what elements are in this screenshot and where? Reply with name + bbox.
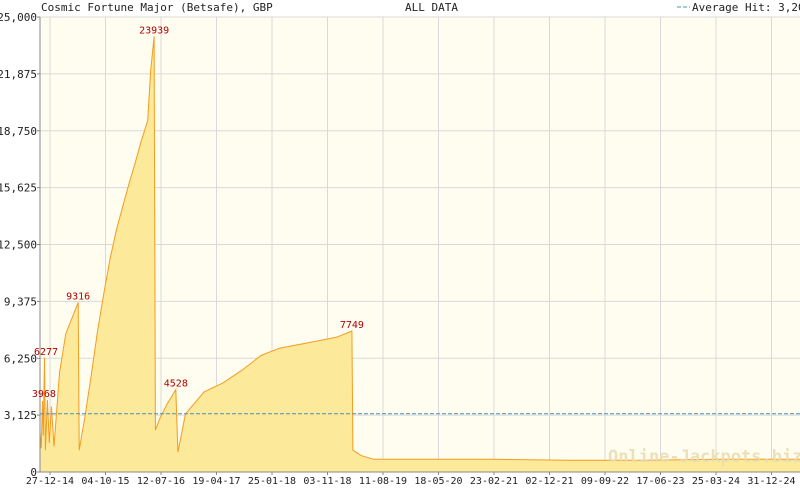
x-tick-label: 19-04-17 (192, 476, 240, 487)
x-tick-label: 23-02-21 (470, 476, 518, 487)
x-tick-label: 31-12-24 (747, 476, 795, 487)
x-tick-label: 03-11-18 (303, 476, 351, 487)
peak-label: 23939 (139, 25, 169, 36)
x-tick-label: 11-08-19 (359, 476, 407, 487)
y-tick-label: 3,125 (4, 409, 37, 422)
x-tick-label: 25-03-24 (692, 476, 740, 487)
x-tick-label: 04-10-15 (81, 476, 129, 487)
range-label: ALL DATA (405, 1, 458, 14)
x-tick-label: 25-01-18 (248, 476, 296, 487)
x-tick-label: 02-12-21 (525, 476, 573, 487)
y-tick-label: 21,875 (0, 68, 37, 81)
x-tick-label: 17-06-23 (636, 476, 684, 487)
x-tick-label: 09-09-22 (581, 476, 629, 487)
y-tick-label: 12,500 (0, 239, 37, 252)
legend-average-label: Average Hit: 3,203 (692, 1, 800, 14)
jackpot-history-chart: 03,1256,2509,37512,50015,62518,75021,875… (0, 1, 800, 487)
x-tick-label: 18-05-20 (414, 476, 462, 487)
x-tick-label: 27-12-14 (26, 476, 74, 487)
peak-label: 4528 (164, 379, 188, 390)
y-tick-label: 15,625 (0, 182, 37, 195)
x-tick-label: 12-07-16 (137, 476, 185, 487)
x-axis-ticks: 27-12-14 04-10-15 12-07-16 19-04-17 25-01-18… (26, 472, 796, 487)
peak-label: 6277 (34, 347, 58, 358)
chart-title: Cosmic Fortune Major (Betsafe), GBP (41, 1, 273, 14)
y-tick-label: 9,375 (4, 295, 37, 308)
peak-label: 7749 (340, 320, 364, 331)
y-tick-label: 18,750 (0, 125, 37, 138)
peak-label: 3968 (32, 389, 56, 400)
y-tick-label: 25,000 (0, 11, 37, 24)
peak-label: 9316 (66, 291, 90, 302)
y-tick-label: 6,250 (4, 352, 37, 365)
watermark: Online-Jackpots.biz (608, 447, 800, 467)
y-axis-ticks: 03,1256,2509,37512,50015,62518,75021,875… (0, 11, 40, 479)
